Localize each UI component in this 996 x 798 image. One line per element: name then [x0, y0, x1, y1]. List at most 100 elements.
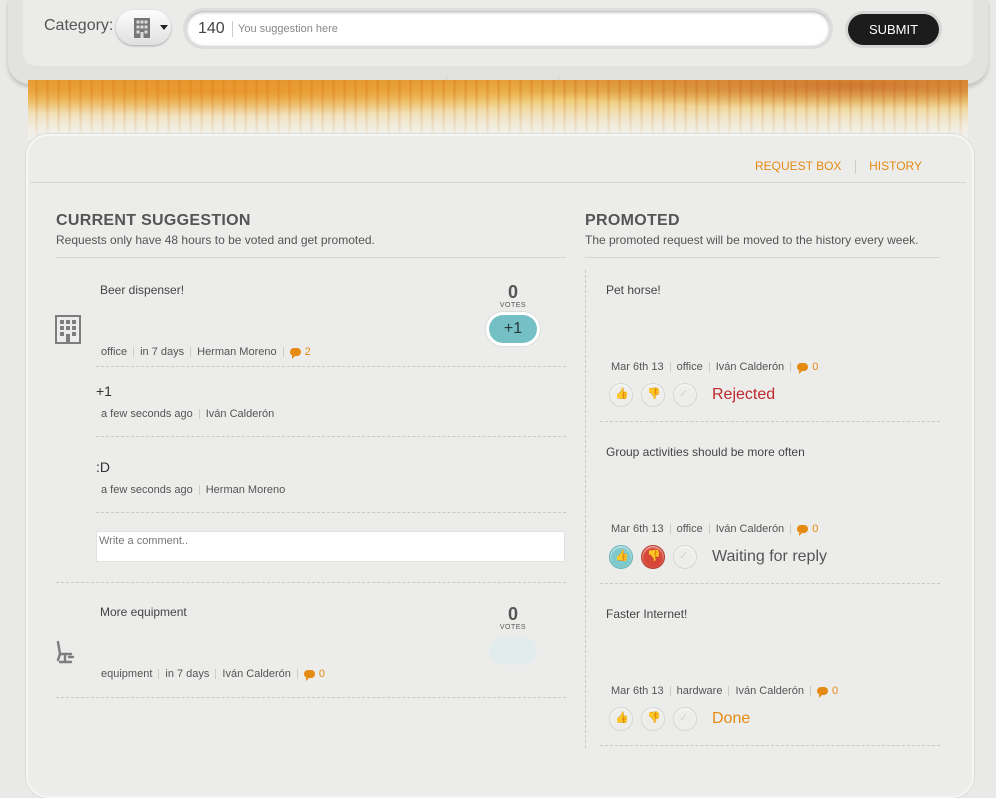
- meta-author[interactable]: Iván Calderón: [222, 668, 291, 680]
- suggestion-meta: office in 7 days Herman Moreno 2: [101, 346, 311, 360]
- thumbs-down-button[interactable]: 👎: [641, 707, 665, 731]
- meta-category[interactable]: equipment: [101, 668, 152, 680]
- votes-label: VOTES: [499, 624, 527, 631]
- meta-time: in 7 days: [165, 668, 210, 680]
- thumbs-up-button[interactable]: 👍: [609, 545, 633, 569]
- suggestion-title[interactable]: More equipment: [100, 605, 187, 619]
- submit-button[interactable]: SUBMIT: [848, 14, 939, 45]
- meta-category[interactable]: office: [677, 361, 703, 373]
- thumbs-down-icon: 👎: [647, 550, 661, 562]
- promoted-meta: Mar 6th 13 hardware Iván Calderón 0: [611, 685, 838, 699]
- thumbs-up-icon: 👍: [615, 388, 629, 400]
- comment-icon: [797, 525, 809, 537]
- nav-request-box[interactable]: REQUEST BOX: [755, 159, 841, 173]
- chair-icon: [56, 640, 75, 664]
- comment-icon: [816, 687, 828, 699]
- comment-icon: [289, 348, 301, 360]
- approve-button[interactable]: ✓: [673, 545, 697, 569]
- meta-date: Mar 6th 13: [611, 361, 664, 373]
- building-icon: [55, 315, 81, 344]
- chevron-down-icon: [160, 25, 168, 30]
- comment-meta: a few seconds ago Herman Moreno: [101, 484, 285, 496]
- comment-author[interactable]: Iván Calderón: [206, 408, 275, 420]
- thumbs-down-icon: 👎: [647, 388, 661, 400]
- vote-count: 0: [507, 604, 518, 624]
- comment-placeholder: Write a comment..: [99, 535, 189, 547]
- promoted-subheading: The promoted request will be moved to th…: [585, 233, 919, 247]
- current-heading: CURRENT SUGGESTION: [56, 212, 251, 229]
- meta-category[interactable]: office: [101, 346, 127, 358]
- plus-one-button[interactable]: +1: [489, 315, 537, 343]
- plus-one-button[interactable]: +1: [489, 637, 537, 665]
- comment-author[interactable]: Herman Moreno: [206, 484, 285, 496]
- suggestion-meta: equipment in 7 days Iván Calderón 0: [101, 668, 325, 682]
- comment-icon: [797, 363, 809, 375]
- thumbs-up-icon: 👍: [615, 712, 629, 724]
- header-divider: [30, 182, 966, 183]
- current-divider: [56, 257, 566, 258]
- meta-author[interactable]: Iván Calderón: [716, 523, 785, 535]
- promoted-title[interactable]: Pet horse!: [606, 283, 661, 297]
- meta-author[interactable]: Iván Calderón: [735, 685, 804, 697]
- divider: [56, 697, 566, 698]
- thumbs-down-icon: 👎: [647, 712, 661, 724]
- status-label: Waiting for reply: [712, 548, 827, 565]
- meta-date: Mar 6th 13: [611, 685, 664, 697]
- nav-history[interactable]: HISTORY: [869, 159, 922, 173]
- meta-time: in 7 days: [140, 346, 185, 358]
- comments-link[interactable]: 0: [303, 668, 325, 682]
- suggestion-title[interactable]: Beer dispenser!: [100, 283, 184, 297]
- divider: [600, 745, 940, 746]
- comment-icon: [303, 670, 315, 682]
- suggestion-input[interactable]: 140 You suggestion here: [186, 11, 830, 46]
- suggestion-placeholder: You suggestion here: [238, 23, 338, 35]
- votes-label: VOTES: [499, 302, 527, 309]
- comments-link[interactable]: 0: [797, 523, 818, 537]
- comment-text: +1: [96, 383, 112, 399]
- comments-link[interactable]: 2: [289, 346, 311, 360]
- input-divider: [232, 21, 233, 37]
- approve-button[interactable]: ✓: [673, 707, 697, 731]
- category-select[interactable]: [116, 10, 171, 45]
- meta-date: Mar 6th 13: [611, 523, 664, 535]
- thumbs-up-button[interactable]: 👍: [609, 383, 633, 407]
- vote-count: 0: [507, 282, 518, 302]
- check-icon: ✓: [679, 388, 689, 400]
- thumbs-down-button[interactable]: 👎: [641, 383, 665, 407]
- check-icon: ✓: [679, 550, 689, 562]
- meta-category[interactable]: hardware: [677, 685, 723, 697]
- comment-input[interactable]: Write a comment..: [96, 531, 565, 562]
- comment-time: a few seconds ago: [101, 484, 193, 496]
- divider: [96, 436, 566, 437]
- status-label: Done: [712, 710, 751, 727]
- rust-banner: [28, 80, 968, 140]
- meta-author[interactable]: Iván Calderón: [716, 361, 785, 373]
- approve-button[interactable]: ✓: [673, 383, 697, 407]
- comments-link[interactable]: 0: [797, 361, 818, 375]
- thumbs-up-icon: 👍: [615, 550, 629, 562]
- divider: [600, 583, 940, 584]
- rust-banner-overlay: [28, 80, 968, 140]
- divider: [56, 582, 566, 583]
- check-icon: ✓: [679, 712, 689, 724]
- char-counter: 140: [198, 20, 225, 37]
- building-icon: [134, 18, 150, 38]
- promoted-title[interactable]: Group activities should be more often: [606, 445, 805, 459]
- promoted-meta: Mar 6th 13 office Iván Calderón 0: [611, 361, 818, 375]
- nav-divider: [854, 159, 856, 174]
- divider: [96, 512, 566, 513]
- meta-category[interactable]: office: [677, 523, 703, 535]
- thumbs-down-button[interactable]: 👎: [641, 545, 665, 569]
- comment-time: a few seconds ago: [101, 408, 193, 420]
- category-label: Category:: [44, 17, 114, 34]
- comment-meta: a few seconds ago Iván Calderón: [101, 408, 274, 420]
- promoted-title[interactable]: Faster Internet!: [606, 607, 687, 621]
- column-divider: [585, 270, 586, 748]
- thumbs-up-button[interactable]: 👍: [609, 707, 633, 731]
- comments-link[interactable]: 0: [816, 685, 838, 699]
- comment-text: :D: [96, 459, 110, 475]
- promoted-heading: PROMOTED: [585, 212, 680, 229]
- meta-author[interactable]: Herman Moreno: [197, 346, 276, 358]
- promoted-divider: [585, 257, 940, 258]
- current-subheading: Requests only have 48 hours to be voted …: [56, 233, 375, 247]
